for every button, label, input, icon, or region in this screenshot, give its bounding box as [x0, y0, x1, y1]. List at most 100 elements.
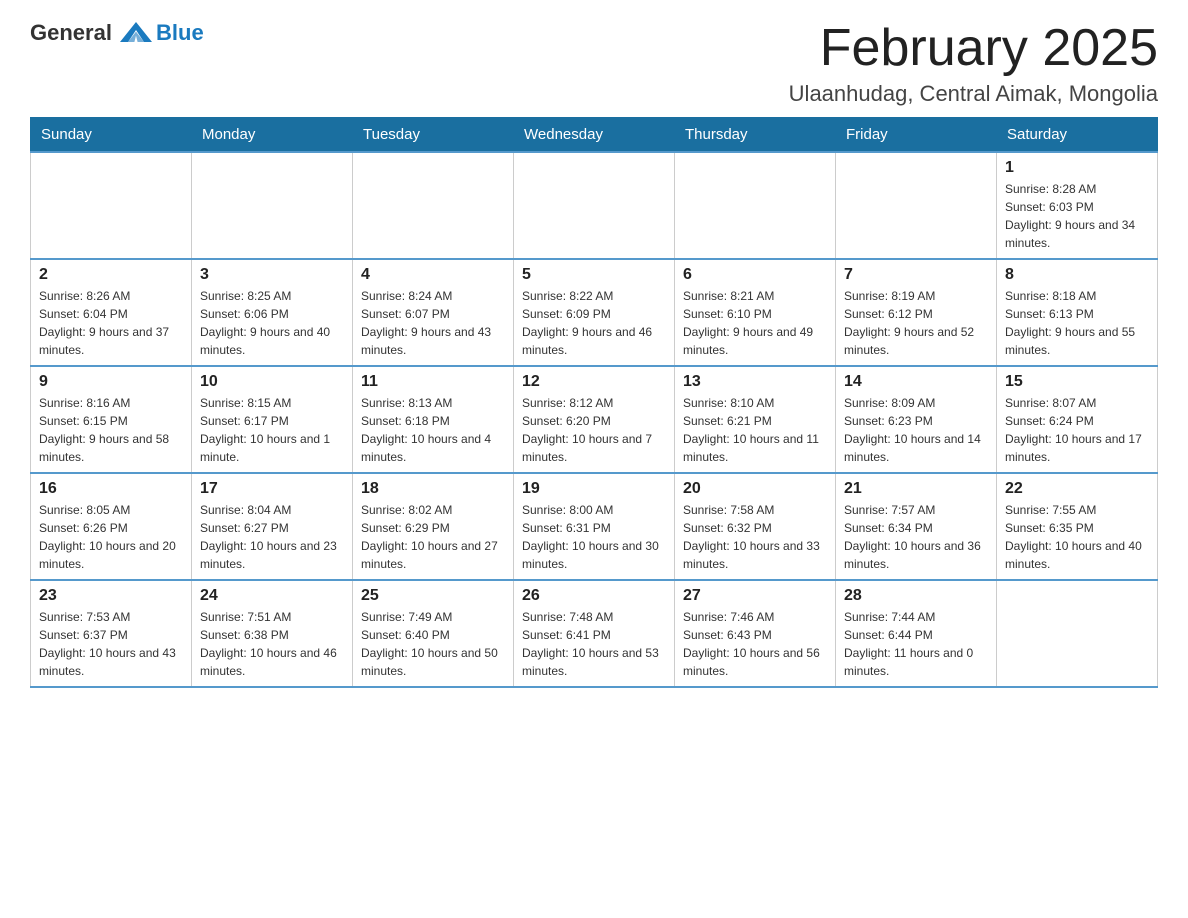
day-number: 24	[200, 587, 344, 605]
day-number: 25	[361, 587, 505, 605]
title-section: February 2025 Ulaanhudag, Central Aimak,…	[789, 20, 1158, 107]
calendar-cell	[31, 152, 192, 259]
location-title: Ulaanhudag, Central Aimak, Mongolia	[789, 81, 1158, 107]
day-number: 4	[361, 266, 505, 284]
day-number: 9	[39, 373, 183, 391]
day-info: Sunrise: 8:10 AM Sunset: 6:21 PM Dayligh…	[683, 394, 827, 466]
column-header-saturday: Saturday	[997, 118, 1158, 153]
calendar-cell: 17Sunrise: 8:04 AM Sunset: 6:27 PM Dayli…	[192, 473, 353, 580]
calendar-week-row: 16 Sunrise: 8:05 AM Sunset: 6:26 PM Dayli…	[31, 473, 1158, 580]
day-info: Sunrise: 8:22 AM Sunset: 6:09 PM Dayligh…	[522, 287, 666, 359]
day-number: 20	[683, 480, 827, 498]
day-number: 7	[844, 266, 988, 284]
column-header-wednesday: Wednesday	[514, 118, 675, 153]
day-number: 18	[361, 480, 505, 498]
day-number: 13	[683, 373, 827, 391]
column-header-monday: Monday	[192, 118, 353, 153]
calendar-cell: 8 Sunrise: 8:18 AM Sunset: 6:13 PM Daylig…	[997, 259, 1158, 366]
day-info: Sunrise: 7:55 AM Sunset: 6:35 PM Dayligh…	[1005, 501, 1149, 573]
day-info: Sunrise: 7:48 AM Sunset: 6:41 PM Dayligh…	[522, 608, 666, 680]
column-header-thursday: Thursday	[675, 118, 836, 153]
calendar-cell	[836, 152, 997, 259]
day-info: Sunrise: 8:21 AM Sunset: 6:10 PM Dayligh…	[683, 287, 827, 359]
calendar-cell: 13 Sunrise: 8:10 AM Sunset: 6:21 PM Dayli…	[675, 366, 836, 473]
day-number: 14	[844, 373, 988, 391]
day-number: 10	[200, 373, 344, 391]
calendar-week-row: 23Sunrise: 7:53 AM Sunset: 6:37 PM Dayli…	[31, 580, 1158, 687]
day-info: Sunrise: 8:24 AM Sunset: 6:07 PM Dayligh…	[361, 287, 505, 359]
day-info: Sunrise: 7:57 AM Sunset: 6:34 PM Dayligh…	[844, 501, 988, 573]
day-number: 22	[1005, 480, 1149, 498]
day-info: Sunrise: 7:51 AM Sunset: 6:38 PM Dayligh…	[200, 608, 344, 680]
day-number: 26	[522, 587, 666, 605]
column-header-friday: Friday	[836, 118, 997, 153]
calendar-cell: 20 Sunrise: 7:58 AM Sunset: 6:32 PM Dayli…	[675, 473, 836, 580]
day-info: Sunrise: 7:58 AM Sunset: 6:32 PM Dayligh…	[683, 501, 827, 573]
day-info: Sunrise: 8:16 AM Sunset: 6:15 PM Dayligh…	[39, 394, 183, 466]
day-number: 11	[361, 373, 505, 391]
calendar-cell: 9 Sunrise: 8:16 AM Sunset: 6:15 PM Daylig…	[31, 366, 192, 473]
day-info: Sunrise: 7:46 AM Sunset: 6:43 PM Dayligh…	[683, 608, 827, 680]
day-info: Sunrise: 8:00 AM Sunset: 6:31 PM Dayligh…	[522, 501, 666, 573]
calendar-header-row: SundayMondayTuesdayWednesdayThursdayFrid…	[31, 118, 1158, 153]
day-number: 17	[200, 480, 344, 498]
calendar-cell: 22 Sunrise: 7:55 AM Sunset: 6:35 PM Dayli…	[997, 473, 1158, 580]
day-info: Sunrise: 8:25 AM Sunset: 6:06 PM Dayligh…	[200, 287, 344, 359]
calendar-cell: 7 Sunrise: 8:19 AM Sunset: 6:12 PM Daylig…	[836, 259, 997, 366]
calendar-cell: 10 Sunrise: 8:15 AM Sunset: 6:17 PM Dayli…	[192, 366, 353, 473]
day-number: 12	[522, 373, 666, 391]
calendar-cell: 15 Sunrise: 8:07 AM Sunset: 6:24 PM Dayli…	[997, 366, 1158, 473]
day-number: 8	[1005, 266, 1149, 284]
calendar-cell	[353, 152, 514, 259]
logo: General Blue	[30, 20, 204, 46]
day-number: 15	[1005, 373, 1149, 391]
calendar-cell: 6 Sunrise: 8:21 AM Sunset: 6:10 PM Daylig…	[675, 259, 836, 366]
day-info: Sunrise: 8:15 AM Sunset: 6:17 PM Dayligh…	[200, 394, 344, 466]
calendar-cell: 23Sunrise: 7:53 AM Sunset: 6:37 PM Dayli…	[31, 580, 192, 687]
column-header-tuesday: Tuesday	[353, 118, 514, 153]
day-number: 6	[683, 266, 827, 284]
day-info: Sunrise: 8:26 AM Sunset: 6:04 PM Dayligh…	[39, 287, 183, 359]
calendar-cell: 18 Sunrise: 8:02 AM Sunset: 6:29 PM Dayli…	[353, 473, 514, 580]
day-info: Sunrise: 8:09 AM Sunset: 6:23 PM Dayligh…	[844, 394, 988, 466]
page-header: General Blue February 2025 Ulaanhudag, C…	[30, 20, 1158, 107]
day-number: 16	[39, 480, 183, 498]
day-info: Sunrise: 8:02 AM Sunset: 6:29 PM Dayligh…	[361, 501, 505, 573]
calendar-week-row: 1Sunrise: 8:28 AM Sunset: 6:03 PM Daylig…	[31, 152, 1158, 259]
calendar-week-row: 9 Sunrise: 8:16 AM Sunset: 6:15 PM Daylig…	[31, 366, 1158, 473]
calendar-cell	[192, 152, 353, 259]
day-info: Sunrise: 7:44 AM Sunset: 6:44 PM Dayligh…	[844, 608, 988, 680]
day-number: 5	[522, 266, 666, 284]
calendar-week-row: 2 Sunrise: 8:26 AM Sunset: 6:04 PM Daylig…	[31, 259, 1158, 366]
day-number: 23	[39, 587, 183, 605]
day-info: Sunrise: 8:18 AM Sunset: 6:13 PM Dayligh…	[1005, 287, 1149, 359]
calendar-cell: 27Sunrise: 7:46 AM Sunset: 6:43 PM Dayli…	[675, 580, 836, 687]
day-info: Sunrise: 7:49 AM Sunset: 6:40 PM Dayligh…	[361, 608, 505, 680]
calendar-cell	[675, 152, 836, 259]
day-info: Sunrise: 8:07 AM Sunset: 6:24 PM Dayligh…	[1005, 394, 1149, 466]
day-info: Sunrise: 8:05 AM Sunset: 6:26 PM Dayligh…	[39, 501, 183, 573]
calendar-cell: 14 Sunrise: 8:09 AM Sunset: 6:23 PM Dayli…	[836, 366, 997, 473]
month-title: February 2025	[789, 20, 1158, 77]
calendar-cell	[514, 152, 675, 259]
day-info: Sunrise: 8:19 AM Sunset: 6:12 PM Dayligh…	[844, 287, 988, 359]
calendar-cell: 26 Sunrise: 7:48 AM Sunset: 6:41 PM Dayli…	[514, 580, 675, 687]
logo-blue-text: Blue	[156, 20, 204, 45]
calendar-cell: 11Sunrise: 8:13 AM Sunset: 6:18 PM Dayli…	[353, 366, 514, 473]
calendar-cell: 21Sunrise: 7:57 AM Sunset: 6:34 PM Dayli…	[836, 473, 997, 580]
day-number: 2	[39, 266, 183, 284]
day-info: Sunrise: 8:12 AM Sunset: 6:20 PM Dayligh…	[522, 394, 666, 466]
day-number: 28	[844, 587, 988, 605]
calendar-cell: 19 Sunrise: 8:00 AM Sunset: 6:31 PM Dayli…	[514, 473, 675, 580]
calendar-cell: 2 Sunrise: 8:26 AM Sunset: 6:04 PM Daylig…	[31, 259, 192, 366]
calendar-cell: 5 Sunrise: 8:22 AM Sunset: 6:09 PM Daylig…	[514, 259, 675, 366]
calendar-cell: 4 Sunrise: 8:24 AM Sunset: 6:07 PM Daylig…	[353, 259, 514, 366]
day-number: 3	[200, 266, 344, 284]
day-number: 19	[522, 480, 666, 498]
calendar-cell: 24 Sunrise: 7:51 AM Sunset: 6:38 PM Dayli…	[192, 580, 353, 687]
calendar-cell: 12 Sunrise: 8:12 AM Sunset: 6:20 PM Dayli…	[514, 366, 675, 473]
day-number: 1	[1005, 159, 1149, 177]
calendar-cell	[997, 580, 1158, 687]
calendar-cell: 16 Sunrise: 8:05 AM Sunset: 6:26 PM Dayli…	[31, 473, 192, 580]
calendar-table: SundayMondayTuesdayWednesdayThursdayFrid…	[30, 117, 1158, 688]
